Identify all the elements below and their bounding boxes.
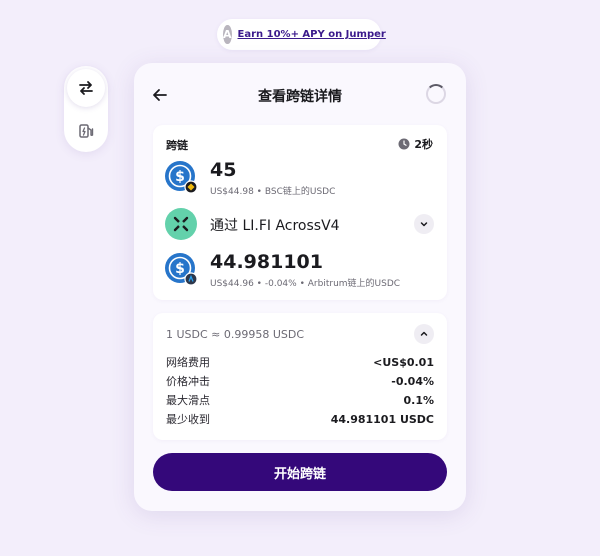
usdc-bsc-token-icon: $ (165, 161, 197, 193)
from-usd: US$44.98 (210, 187, 254, 197)
exchange-rate: 1 USDC ≈ 0.99958 USDC (166, 328, 305, 341)
route-label: 跨链 (166, 139, 188, 152)
detail-value: 0.1% (403, 393, 434, 407)
detail-value: -0.04% (391, 374, 434, 388)
promo-link[interactable]: Earn 10%+ APY on Jumper (238, 29, 386, 40)
svg-text:$: $ (175, 261, 185, 277)
promo-banner[interactable]: A Earn 10%+ APY on Jumper (217, 19, 386, 50)
page-title: 查看跨链详情 (258, 89, 342, 105)
detail-row-max-slippage: 最大滑点 0.1% (166, 392, 434, 408)
side-nav (64, 66, 108, 152)
detail-label: 网络费用 (166, 356, 210, 369)
svg-text:$: $ (175, 169, 185, 185)
promo-badge-icon: A (223, 25, 232, 44)
detail-row-min-received: 最少收到 44.981101 USDC (166, 411, 434, 427)
to-impact: -0.04% (264, 279, 297, 289)
to-subtext: US$44.96 • -0.04% • Arbitrum链上的USDC (210, 276, 400, 289)
from-network: BSC链上的USDC (264, 187, 336, 197)
detail-row-network-fee: 网络费用 <US$0.01 (166, 354, 434, 370)
detail-value: 44.981101 USDC (330, 412, 434, 426)
route-provider: 通过 LI.FI AcrossV4 (165, 208, 435, 240)
detail-label: 价格冲击 (166, 375, 210, 388)
chevron-up-icon (420, 331, 428, 336)
route-panel: 跨链 2秒 $ 45 US$44.98 • BSC链上的USDC 通过 LI.F… (153, 125, 447, 300)
detail-label: 最大滑点 (166, 394, 210, 407)
from-subtext: US$44.98 • BSC链上的USDC (210, 184, 335, 197)
separator-dot: • (299, 279, 305, 289)
usdc-arbitrum-token-icon: $ (165, 253, 197, 285)
route-duration: 2秒 (398, 136, 433, 152)
swap-arrows-icon (79, 81, 93, 95)
chevron-down-icon (420, 222, 428, 227)
to-amount: 44.981101 (210, 251, 323, 273)
card-header: 查看跨链详情 (134, 63, 466, 127)
expand-route-button[interactable] (414, 214, 434, 234)
nav-swap-button[interactable] (67, 69, 105, 107)
to-network: Arbitrum链上的USDC (307, 279, 401, 289)
to-usd: US$44.96 (210, 279, 254, 289)
details-panel: 1 USDC ≈ 0.99958 USDC 网络费用 <US$0.01 价格冲击… (153, 313, 447, 440)
detail-value: <US$0.01 (373, 355, 434, 369)
nav-gas-button[interactable] (67, 112, 105, 150)
gas-pump-icon (79, 124, 94, 138)
bridge-details-card: 查看跨链详情 跨链 2秒 $ 45 US$44.98 • BSC链上的USDC (134, 63, 466, 511)
refresh-spinner-icon[interactable] (426, 84, 446, 104)
provider-text: 通过 LI.FI AcrossV4 (210, 218, 340, 234)
detail-label: 最少收到 (166, 413, 210, 426)
clock-icon (398, 138, 410, 150)
lifi-logo-icon (165, 208, 197, 240)
separator-dot: • (256, 187, 262, 197)
duration-text: 2秒 (414, 138, 433, 151)
separator-dot: • (256, 279, 262, 289)
detail-row-price-impact: 价格冲击 -0.04% (166, 373, 434, 389)
from-amount: 45 (210, 159, 237, 181)
collapse-details-button[interactable] (414, 324, 434, 344)
start-bridge-button[interactable]: 开始跨链 (153, 453, 447, 491)
